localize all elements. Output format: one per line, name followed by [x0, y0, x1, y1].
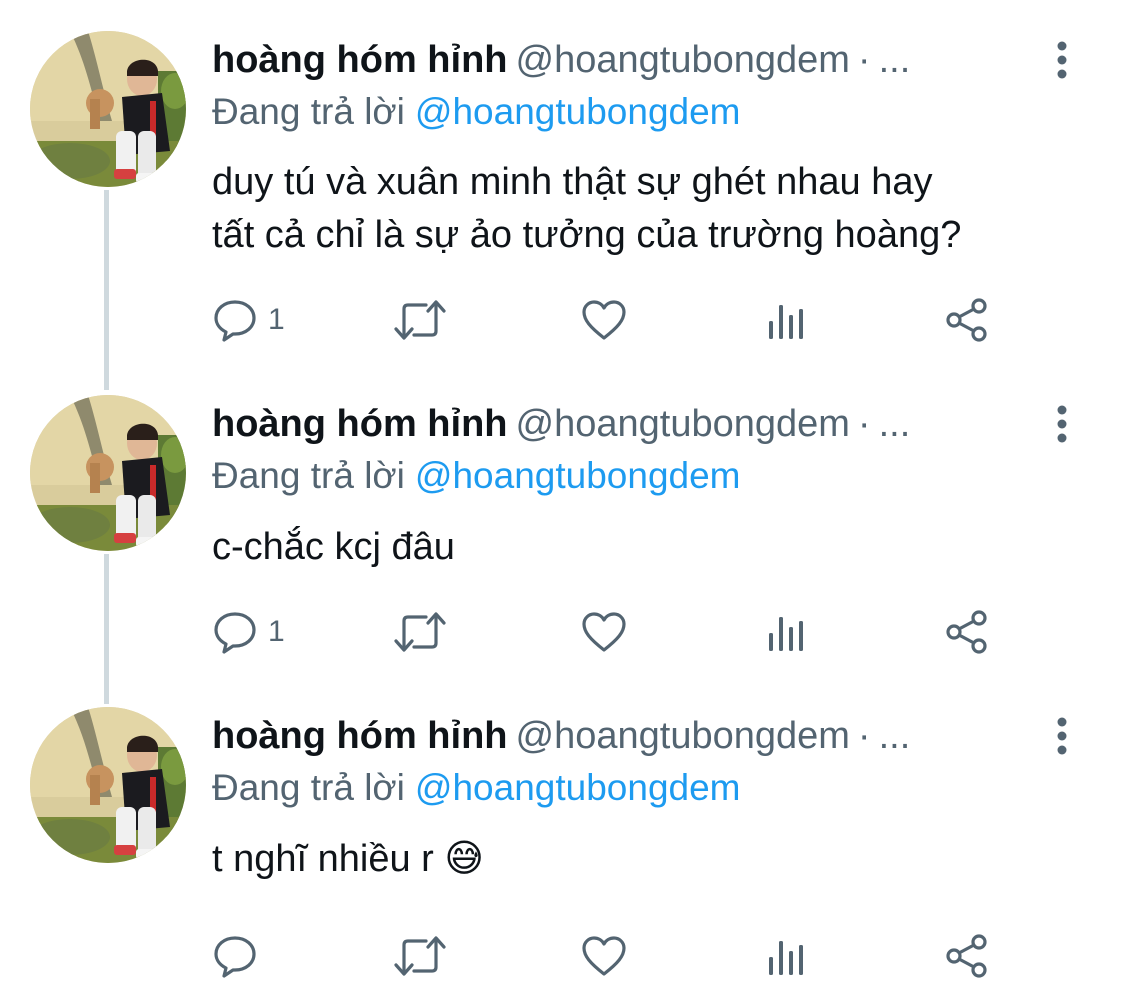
like-button[interactable]	[580, 608, 628, 656]
like-button[interactable]	[580, 296, 628, 344]
share-button[interactable]	[944, 296, 990, 344]
analytics-button[interactable]	[766, 932, 806, 980]
truncated-timestamp: ...	[878, 39, 911, 81]
display-name[interactable]: hoàng hóm hỉnh	[212, 39, 508, 81]
tweet-header: hoàng hóm hỉnh @hoangtubongdem ·...	[212, 714, 910, 758]
more-options-button[interactable]	[1040, 402, 1084, 446]
replying-to-handle[interactable]: @hoangtubongdem	[415, 767, 741, 808]
replying-to-label: Đang trả lời	[212, 91, 405, 132]
share-icon	[946, 298, 987, 342]
more-options-button[interactable]	[1040, 714, 1084, 758]
truncated-timestamp: ...	[878, 715, 911, 757]
reply-count: 1	[268, 303, 285, 336]
retweet-icon	[394, 612, 446, 652]
share-button[interactable]	[944, 932, 990, 980]
retweet-icon	[394, 936, 446, 976]
tweet[interactable]: hoàng hóm hỉnh @hoangtubongdem ·... Đang t…	[0, 676, 1125, 988]
avatar-photo	[30, 707, 186, 863]
like-icon	[582, 612, 626, 652]
reply-icon	[214, 300, 256, 342]
replying-to: Đang trả lời @hoangtubongdem	[212, 454, 741, 498]
separator-dot: ·	[857, 403, 871, 445]
retweet-button[interactable]	[392, 608, 448, 656]
tweet-text: c-chắc kcj đâu	[212, 520, 1092, 573]
avatar[interactable]	[30, 707, 186, 863]
analytics-icon	[769, 305, 803, 339]
separator-dot: ·	[857, 715, 871, 757]
analytics-icon	[769, 941, 803, 975]
tweet-actions: 1	[212, 296, 1012, 344]
tweet-text-content: t nghĩ nhiều r	[212, 838, 445, 880]
more-vertical-icon	[1057, 41, 1067, 79]
replying-to-label: Đang trả lời	[212, 767, 405, 808]
retweet-button[interactable]	[392, 296, 448, 344]
tweet-text-content: c-chắc kcj đâu	[212, 526, 455, 568]
retweet-button[interactable]	[392, 932, 448, 980]
tweet-actions	[212, 932, 1012, 980]
tweet-header: hoàng hóm hỉnh @hoangtubongdem ·...	[212, 38, 910, 82]
replying-to-handle[interactable]: @hoangtubongdem	[415, 91, 741, 132]
like-icon	[582, 936, 626, 976]
retweet-icon	[394, 300, 446, 340]
handle[interactable]: @hoangtubongdem	[516, 715, 850, 757]
handle[interactable]: @hoangtubongdem	[516, 39, 850, 81]
analytics-button[interactable]	[766, 608, 806, 656]
more-options-button[interactable]	[1040, 38, 1084, 82]
tweet-emoji: 😅	[444, 836, 485, 880]
avatar[interactable]	[30, 395, 186, 551]
separator-dot: ·	[857, 39, 871, 81]
share-icon	[946, 934, 987, 978]
replying-to-handle[interactable]: @hoangtubongdem	[415, 455, 741, 496]
avatar-photo	[30, 31, 186, 187]
replying-to-label: Đang trả lời	[212, 455, 405, 496]
reply-button[interactable]: 1	[212, 296, 285, 344]
share-icon	[946, 610, 987, 654]
tweet-text-content: duy tú và xuân minh thật sự ghét nhau ha…	[212, 161, 962, 256]
reply-button[interactable]	[212, 932, 268, 980]
reply-icon	[214, 936, 256, 978]
handle[interactable]: @hoangtubongdem	[516, 403, 850, 445]
tweet[interactable]: hoàng hóm hỉnh @hoangtubongdem ·... Đang t…	[0, 0, 1125, 342]
reply-button[interactable]: 1	[212, 608, 285, 656]
replying-to: Đang trả lời @hoangtubongdem	[212, 766, 741, 810]
analytics-button[interactable]	[766, 296, 806, 344]
tweet-text: t nghĩ nhiều r 😅	[212, 832, 1092, 885]
reply-count: 1	[268, 615, 285, 648]
analytics-icon	[769, 617, 803, 651]
more-vertical-icon	[1057, 405, 1067, 443]
tweet-text: duy tú và xuân minh thật sự ghét nhau ha…	[212, 156, 1092, 261]
reply-icon	[214, 612, 256, 654]
display-name[interactable]: hoàng hóm hỉnh	[212, 715, 508, 757]
share-button[interactable]	[944, 608, 990, 656]
more-vertical-icon	[1057, 717, 1067, 755]
truncated-timestamp: ...	[878, 403, 911, 445]
like-button[interactable]	[580, 932, 628, 980]
tweet[interactable]: hoàng hóm hỉnh @hoangtubongdem ·... Đang t…	[0, 364, 1125, 676]
replying-to: Đang trả lời @hoangtubongdem	[212, 90, 741, 134]
like-icon	[582, 300, 626, 340]
avatar[interactable]	[30, 31, 186, 187]
tweet-header: hoàng hóm hỉnh @hoangtubongdem ·...	[212, 402, 910, 446]
display-name[interactable]: hoàng hóm hỉnh	[212, 403, 508, 445]
avatar-photo	[30, 395, 186, 551]
tweet-actions: 1	[212, 608, 1012, 656]
